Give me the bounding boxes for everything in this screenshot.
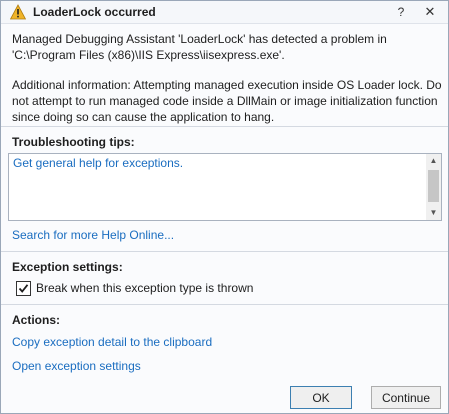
troubleshooting-tips-list[interactable]: Get general help for exceptions. ▲ ▼	[8, 153, 442, 221]
dialog-title: LoaderLock occurred	[33, 5, 156, 19]
close-button[interactable]: ✕	[422, 4, 438, 20]
exception-dialog: LoaderLock occurred ? ✕ Managed Debuggin…	[0, 0, 449, 414]
actions-label: Actions:	[12, 313, 60, 327]
exception-settings-label: Exception settings:	[12, 260, 123, 274]
exception-message: Managed Debugging Assistant 'LoaderLock'…	[12, 31, 442, 125]
message-additional-info: Additional information: Attempting manag…	[12, 78, 442, 124]
break-on-throw-label[interactable]: Break when this exception type is thrown	[36, 281, 253, 295]
checkmark-icon	[18, 284, 29, 293]
divider	[1, 304, 448, 305]
search-help-online-link[interactable]: Search for more Help Online...	[12, 228, 174, 242]
message-problem: Managed Debugging Assistant 'LoaderLock'…	[12, 32, 387, 62]
troubleshooting-label: Troubleshooting tips:	[12, 135, 135, 149]
continue-button[interactable]: Continue	[371, 386, 441, 409]
divider	[1, 126, 448, 127]
copy-exception-detail-link[interactable]: Copy exception detail to the clipboard	[12, 335, 212, 349]
open-exception-settings-link[interactable]: Open exception settings	[12, 359, 141, 373]
break-on-throw-checkbox[interactable]	[16, 281, 31, 296]
tips-scrollbar[interactable]: ▲ ▼	[426, 154, 441, 220]
tip-general-help-link[interactable]: Get general help for exceptions.	[13, 156, 183, 170]
scroll-thumb[interactable]	[428, 170, 439, 202]
scroll-up-icon[interactable]: ▲	[426, 154, 441, 168]
ok-button[interactable]: OK	[290, 386, 352, 409]
help-button[interactable]: ?	[393, 4, 409, 20]
divider	[1, 251, 448, 252]
title-bar: LoaderLock occurred ? ✕	[1, 1, 448, 24]
warning-icon	[9, 4, 27, 20]
scroll-down-icon[interactable]: ▼	[426, 206, 441, 220]
